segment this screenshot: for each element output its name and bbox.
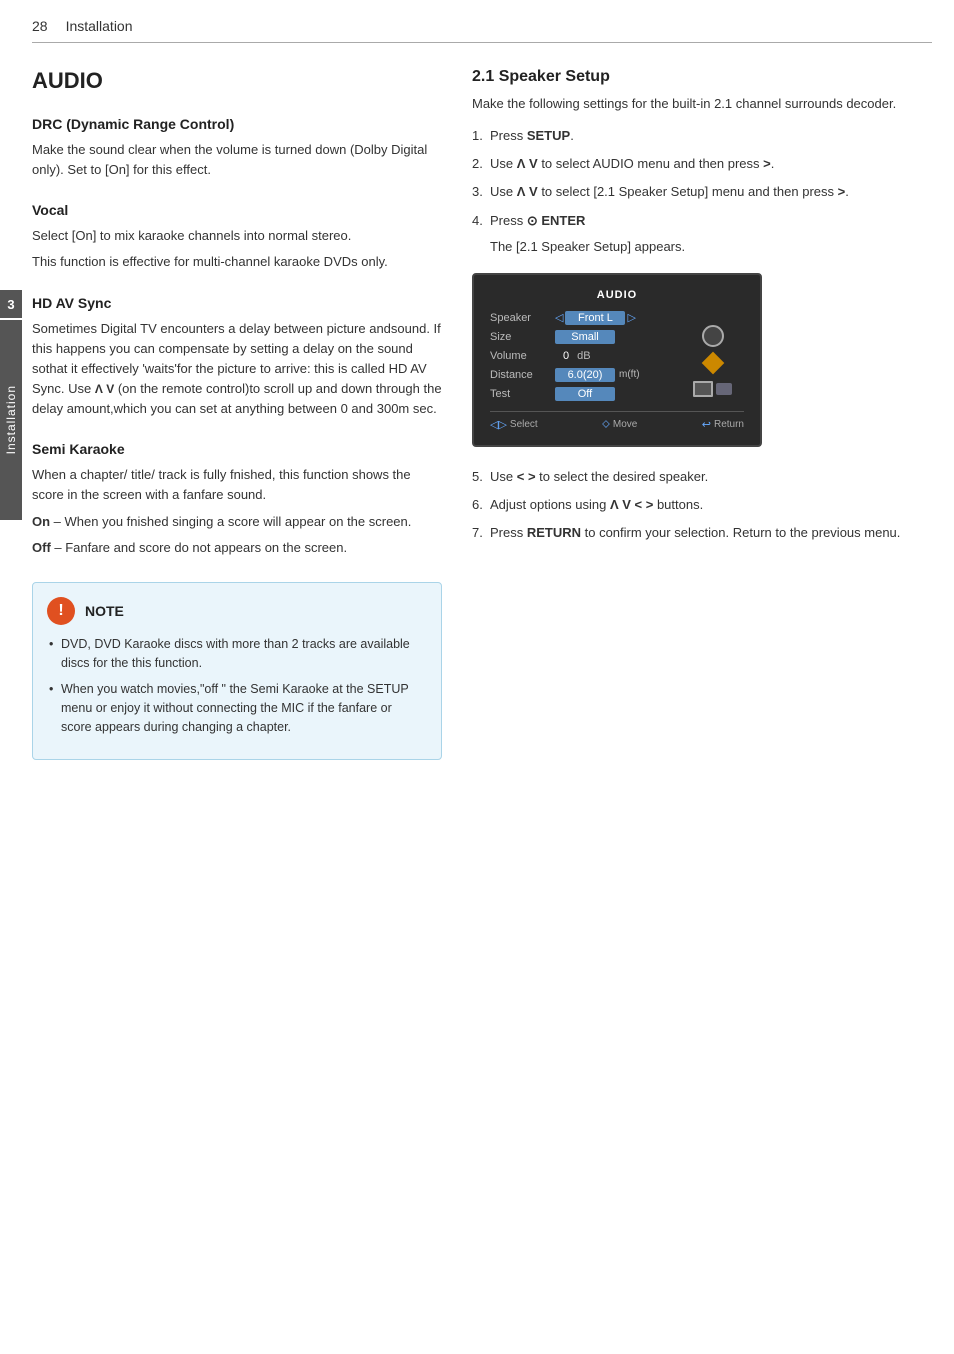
screen-mockup: AUDIO Speaker ◁ Front L ▷ xyxy=(472,273,762,447)
note-title: NOTE xyxy=(85,603,124,619)
vocal-title: Vocal xyxy=(32,202,442,218)
semi-karaoke-off: Off – Fanfare and score do not appears o… xyxy=(32,538,442,558)
setup-bold: SETUP xyxy=(527,128,570,143)
semi-karaoke-on: On – When you fnished singing a score wi… xyxy=(32,512,442,532)
step-5: 5. Use < > to select the desired speaker… xyxy=(472,467,932,487)
main-content: AUDIO DRC (Dynamic Range Control) Make t… xyxy=(32,60,932,760)
screen-move-label: ⬦ Move xyxy=(602,418,637,431)
off-label: Off xyxy=(32,540,51,555)
step-4: 4. Press ⊙ ENTER xyxy=(472,211,932,231)
drc-body: Make the sound clear when the volume is … xyxy=(32,140,442,180)
drc-section: DRC (Dynamic Range Control) Make the sou… xyxy=(32,116,442,180)
page-header: 28 Installation xyxy=(32,18,932,34)
step-3: 3. Use Λ V to select [2.1 Speaker Setup]… xyxy=(472,182,932,202)
speaker-setup-title: 2.1 Speaker Setup xyxy=(472,68,932,86)
screen-label-distance: Distance xyxy=(490,369,555,381)
screen-value-test: Off xyxy=(555,387,615,401)
screen-value-volume: 0 xyxy=(555,349,577,363)
semi-karaoke-section: Semi Karaoke When a chapter/ title/ trac… xyxy=(32,441,442,558)
screen-icons xyxy=(693,325,732,397)
screen-value-size: Small xyxy=(555,330,615,344)
steps-list-1: 1. Press SETUP. 2. Use Λ V to select AUD… xyxy=(472,126,932,231)
screen-label-volume: Volume xyxy=(490,350,555,362)
screen-label-test: Test xyxy=(490,388,555,400)
screen-icon-1 xyxy=(702,325,724,347)
side-tab-number: 3 xyxy=(0,290,22,318)
screen-bottom-bar: ◁▷ Select ⬦ Move ↩ Return xyxy=(490,411,744,431)
page-section-title: Installation xyxy=(66,18,133,34)
screen-icon-3 xyxy=(693,381,732,397)
speaker-setup-intro: Make the following settings for the buil… xyxy=(472,94,932,114)
on-text: – When you fnished singing a score will … xyxy=(50,514,411,529)
step-6: 6. Adjust options using Λ V < > buttons. xyxy=(472,495,932,515)
semi-karaoke-body1: When a chapter/ title/ track is fully fn… xyxy=(32,465,442,505)
semi-karaoke-title: Semi Karaoke xyxy=(32,441,442,457)
note-list: DVD, DVD Karaoke discs with more than 2 … xyxy=(47,635,425,737)
screen-select-label: ◁▷ Select xyxy=(490,418,538,431)
vocal-body2: This function is effective for multi-cha… xyxy=(32,252,442,272)
screen-value-distance: 6.0(20) xyxy=(555,368,615,382)
screen-icon-2 xyxy=(701,352,724,375)
hd-av-sync-title: HD AV Sync xyxy=(32,295,442,311)
drc-title: DRC (Dynamic Range Control) xyxy=(32,116,442,132)
note-item-2: When you watch movies,"off " the Semi Ka… xyxy=(47,680,425,736)
screen-label-speaker: Speaker xyxy=(490,312,555,324)
note-item-1: DVD, DVD Karaoke discs with more than 2 … xyxy=(47,635,425,673)
note-header: ! NOTE xyxy=(47,597,425,625)
audio-main-title: AUDIO xyxy=(32,68,442,94)
screen-label-size: Size xyxy=(490,331,555,343)
page-number: 28 xyxy=(32,18,48,34)
step-4-sub: The [2.1 Speaker Setup] appears. xyxy=(472,237,932,257)
return-bold: RETURN xyxy=(527,525,581,540)
screen-return-label: ↩ Return xyxy=(702,418,744,431)
header-divider xyxy=(32,42,932,43)
screen-title: AUDIO xyxy=(490,289,744,301)
screen-row-speaker: Speaker ◁ Front L ▷ xyxy=(490,311,744,325)
step-7: 7. Press RETURN to confirm your selectio… xyxy=(472,523,932,543)
screen-value-speaker: Front L xyxy=(565,311,625,325)
enter-bold: ⊙ ENTER xyxy=(527,213,586,228)
side-tab: Installation xyxy=(0,320,22,520)
on-label: On xyxy=(32,514,50,529)
hd-av-sync-body: Sometimes Digital TV encounters a delay … xyxy=(32,319,442,420)
select-icon: ◁▷ xyxy=(490,418,507,431)
left-column: AUDIO DRC (Dynamic Range Control) Make t… xyxy=(32,60,442,760)
steps-list-2: 5. Use < > to select the desired speaker… xyxy=(472,467,932,543)
vocal-section: Vocal Select [On] to mix karaoke channel… xyxy=(32,202,442,272)
side-tab-label: Installation xyxy=(4,385,18,454)
vocal-body1: Select [On] to mix karaoke channels into… xyxy=(32,226,442,246)
return-icon: ↩ xyxy=(702,418,711,431)
step-1: 1. Press SETUP. xyxy=(472,126,932,146)
step-2: 2. Use Λ V to select AUDIO menu and then… xyxy=(472,154,932,174)
hd-av-sync-section: HD AV Sync Sometimes Digital TV encounte… xyxy=(32,295,442,420)
right-column: 2.1 Speaker Setup Make the following set… xyxy=(472,60,932,760)
off-text: – Fanfare and score do not appears on th… xyxy=(51,540,347,555)
note-box: ! NOTE DVD, DVD Karaoke discs with more … xyxy=(32,582,442,760)
note-icon: ! xyxy=(47,597,75,625)
move-icon: ⬦ xyxy=(602,418,610,431)
